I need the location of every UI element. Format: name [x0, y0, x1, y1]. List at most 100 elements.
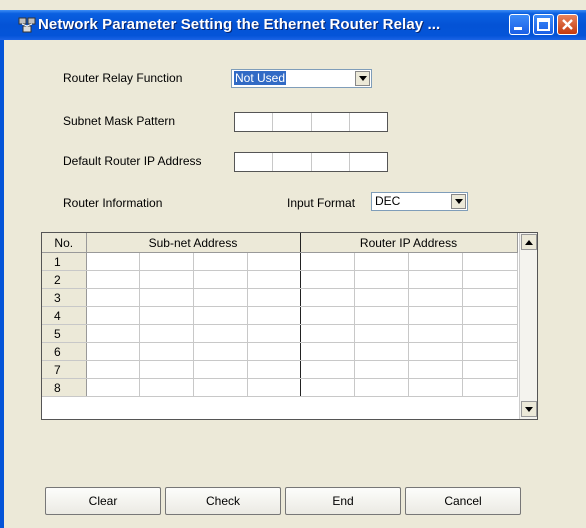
title-bar[interactable]: Network Parameter Setting the Ethernet R… [0, 10, 586, 40]
input-format-value: DEC [375, 194, 401, 208]
router-ip-octet-cell[interactable] [462, 342, 518, 361]
subnet-octet-cell[interactable] [247, 306, 301, 325]
subnet-octet-cell[interactable] [139, 270, 194, 289]
router-ip-octet-cell[interactable] [462, 324, 518, 343]
row-number: 4 [42, 306, 87, 325]
router-ip-octet-cell[interactable] [408, 306, 463, 325]
subnet-octet-cell[interactable] [247, 324, 301, 343]
dialog-window: Network Parameter Setting the Ethernet R… [0, 0, 586, 528]
maximize-icon [537, 18, 550, 31]
router-relay-label: Router Relay Function [63, 71, 183, 85]
router-ip-octet-cell[interactable] [408, 252, 463, 271]
default-router-ip-field[interactable] [234, 152, 388, 172]
router-ip-octet-cell[interactable] [300, 252, 355, 271]
chevron-up-icon [525, 240, 533, 245]
subnet-octet-cell[interactable] [139, 360, 194, 379]
router-ip-octet-cell[interactable] [354, 270, 409, 289]
router-ip-octet-cell[interactable] [462, 360, 518, 379]
subnet-mask-field[interactable] [234, 112, 388, 132]
router-ip-octet-cell[interactable] [354, 324, 409, 343]
subnet-octet-cell[interactable] [86, 270, 140, 289]
scroll-down-button[interactable] [521, 401, 537, 417]
row-number: 8 [42, 378, 87, 397]
router-ip-octet-cell[interactable] [408, 378, 463, 397]
subnet-octet-cell[interactable] [86, 252, 140, 271]
subnet-octet-cell[interactable] [193, 288, 248, 307]
input-format-select[interactable]: DEC [371, 192, 468, 211]
subnet-octet-cell[interactable] [193, 270, 248, 289]
subnet-octet-cell[interactable] [193, 360, 248, 379]
subnet-octet-cell[interactable] [247, 360, 301, 379]
close-button[interactable] [557, 14, 578, 35]
dropdown-button[interactable] [355, 71, 370, 86]
default-router-label: Default Router IP Address [63, 154, 202, 168]
router-ip-octet-cell[interactable] [300, 324, 355, 343]
subnet-octet-cell[interactable] [139, 306, 194, 325]
subnet-octet-cell[interactable] [139, 252, 194, 271]
subnet-octet-cell[interactable] [193, 378, 248, 397]
router-ip-octet-cell[interactable] [354, 288, 409, 307]
subnet-octet-cell[interactable] [139, 378, 194, 397]
chevron-down-icon [525, 407, 533, 412]
subnet-mask-label: Subnet Mask Pattern [63, 114, 176, 128]
subnet-octet-cell[interactable] [247, 252, 301, 271]
router-relay-select[interactable]: Not Used [231, 69, 372, 88]
router-ip-octet-cell[interactable] [354, 360, 409, 379]
subnet-octet-cell[interactable] [193, 252, 248, 271]
subnet-octet-cell[interactable] [86, 378, 140, 397]
router-info-table: No. Sub-net Address Router IP Address 12… [41, 232, 538, 420]
col-header-router-ip: Router IP Address [300, 233, 518, 253]
subnet-octet-cell[interactable] [193, 342, 248, 361]
router-ip-octet-cell[interactable] [300, 378, 355, 397]
vertical-scrollbar[interactable] [519, 233, 537, 419]
router-ip-octet-cell[interactable] [408, 360, 463, 379]
router-ip-octet-cell[interactable] [300, 360, 355, 379]
router-ip-octet-cell[interactable] [300, 288, 355, 307]
subnet-octet-cell[interactable] [247, 288, 301, 307]
subnet-octet-cell[interactable] [86, 288, 140, 307]
subnet-octet-cell[interactable] [86, 360, 140, 379]
router-ip-octet-cell[interactable] [462, 270, 518, 289]
router-ip-octet-cell[interactable] [354, 306, 409, 325]
subnet-octet-cell[interactable] [139, 342, 194, 361]
subnet-octet-cell[interactable] [86, 324, 140, 343]
table-body: 12345678 [42, 252, 518, 397]
table-row: 5 [42, 324, 518, 343]
router-ip-octet-cell[interactable] [408, 270, 463, 289]
router-ip-octet-cell[interactable] [462, 306, 518, 325]
subnet-octet-cell[interactable] [86, 306, 140, 325]
router-ip-octet-cell[interactable] [462, 378, 518, 397]
close-icon [562, 19, 573, 30]
router-ip-octet-cell[interactable] [408, 288, 463, 307]
scroll-up-button[interactable] [521, 234, 537, 250]
subnet-octet-cell[interactable] [86, 342, 140, 361]
cancel-button[interactable]: Cancel [405, 487, 521, 515]
router-ip-octet-cell[interactable] [300, 342, 355, 361]
subnet-octet-cell[interactable] [247, 378, 301, 397]
dropdown-button[interactable] [451, 194, 466, 209]
clear-button[interactable]: Clear [45, 487, 161, 515]
subnet-octet-cell[interactable] [247, 270, 301, 289]
row-number: 1 [42, 252, 87, 271]
minimize-button[interactable] [509, 14, 530, 35]
router-ip-octet-cell[interactable] [354, 378, 409, 397]
subnet-octet-cell[interactable] [247, 342, 301, 361]
router-ip-octet-cell[interactable] [354, 252, 409, 271]
subnet-octet-cell[interactable] [139, 288, 194, 307]
check-button[interactable]: Check [165, 487, 281, 515]
row-number: 5 [42, 324, 87, 343]
router-ip-octet-cell[interactable] [462, 252, 518, 271]
router-ip-octet-cell[interactable] [300, 306, 355, 325]
col-header-no: No. [42, 233, 87, 253]
router-ip-octet-cell[interactable] [462, 288, 518, 307]
subnet-octet-cell[interactable] [193, 324, 248, 343]
subnet-octet-cell[interactable] [139, 324, 194, 343]
router-ip-octet-cell[interactable] [300, 270, 355, 289]
end-button[interactable]: End [285, 487, 401, 515]
router-ip-octet-cell[interactable] [354, 342, 409, 361]
router-ip-octet-cell[interactable] [408, 324, 463, 343]
chevron-down-icon [455, 199, 463, 204]
subnet-octet-cell[interactable] [193, 306, 248, 325]
router-ip-octet-cell[interactable] [408, 342, 463, 361]
maximize-button[interactable] [533, 14, 554, 35]
